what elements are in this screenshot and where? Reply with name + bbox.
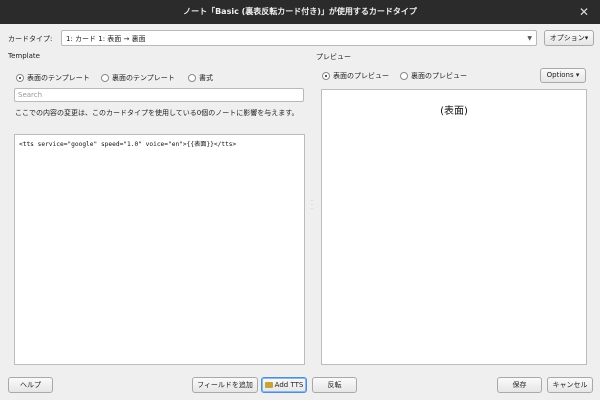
folder-icon xyxy=(264,382,273,388)
radio-front-preview[interactable]: 表面のプレビュー xyxy=(322,71,389,81)
card-type-select[interactable]: 1: カード 1: 表面 → 裏面 ▼ xyxy=(61,30,537,46)
add-tts-button[interactable]: Add TTS xyxy=(261,377,307,393)
card-type-label: カードタイプ: xyxy=(8,35,53,43)
help-button[interactable]: ヘルプ xyxy=(8,377,53,393)
radio-styling[interactable]: 書式 xyxy=(188,73,213,83)
save-button[interactable]: 保存 xyxy=(497,377,542,393)
radio-back-preview[interactable]: 裏面のプレビュー xyxy=(400,71,467,81)
search-input[interactable] xyxy=(14,88,304,102)
radio-dot xyxy=(400,72,408,80)
add-field-button[interactable]: フィールドを追加 xyxy=(192,377,258,393)
preview-front-text: (表面) xyxy=(440,106,468,117)
preview-options-button[interactable]: Options ▾ xyxy=(540,68,586,83)
title-bar: ノート「Basic (裏表反転カード付き)」が使用するカードタイプ ✕ xyxy=(0,0,600,24)
template-section-label: Template xyxy=(8,52,40,60)
radio-front-template-label: 表面のテンプレート xyxy=(27,74,90,82)
splitter-handle[interactable]: · · · xyxy=(310,199,314,214)
radio-dot-checked xyxy=(16,74,24,82)
radio-front-preview-label: 表面のプレビュー xyxy=(333,72,389,80)
cancel-button[interactable]: キャンセル xyxy=(547,377,593,393)
radio-back-template-label: 裏面のテンプレート xyxy=(112,74,175,82)
card-type-value: 1: カード 1: 表面 → 裏面 xyxy=(66,35,146,43)
flip-button[interactable]: 反転 xyxy=(312,377,357,393)
radio-back-template[interactable]: 裏面のテンプレート xyxy=(101,73,175,83)
chevron-down-icon: ▼ xyxy=(527,35,532,42)
radio-dot xyxy=(101,74,109,82)
radio-dot-checked xyxy=(322,72,330,80)
radio-front-template[interactable]: 表面のテンプレート xyxy=(16,73,90,83)
radio-dot xyxy=(188,74,196,82)
template-editor[interactable]: <tts service="google" speed="1.0" voice=… xyxy=(14,134,305,365)
radio-back-preview-label: 裏面のプレビュー xyxy=(411,72,467,80)
preview-section-label: プレビュー xyxy=(316,53,351,61)
close-icon[interactable]: ✕ xyxy=(576,4,592,20)
add-tts-label: Add TTS xyxy=(274,381,304,389)
card-preview: (表面) xyxy=(321,89,587,365)
change-warning-note: ここでの内容の変更は、このカードタイプを使用している0個のノートに影響を与えます… xyxy=(15,109,299,117)
template-code: <tts service="google" speed="1.0" voice=… xyxy=(19,141,237,148)
radio-styling-label: 書式 xyxy=(199,74,213,82)
window-title: ノート「Basic (裏表反転カード付き)」が使用するカードタイプ xyxy=(183,7,417,16)
card-type-options-button[interactable]: オプション▾ xyxy=(544,30,594,46)
